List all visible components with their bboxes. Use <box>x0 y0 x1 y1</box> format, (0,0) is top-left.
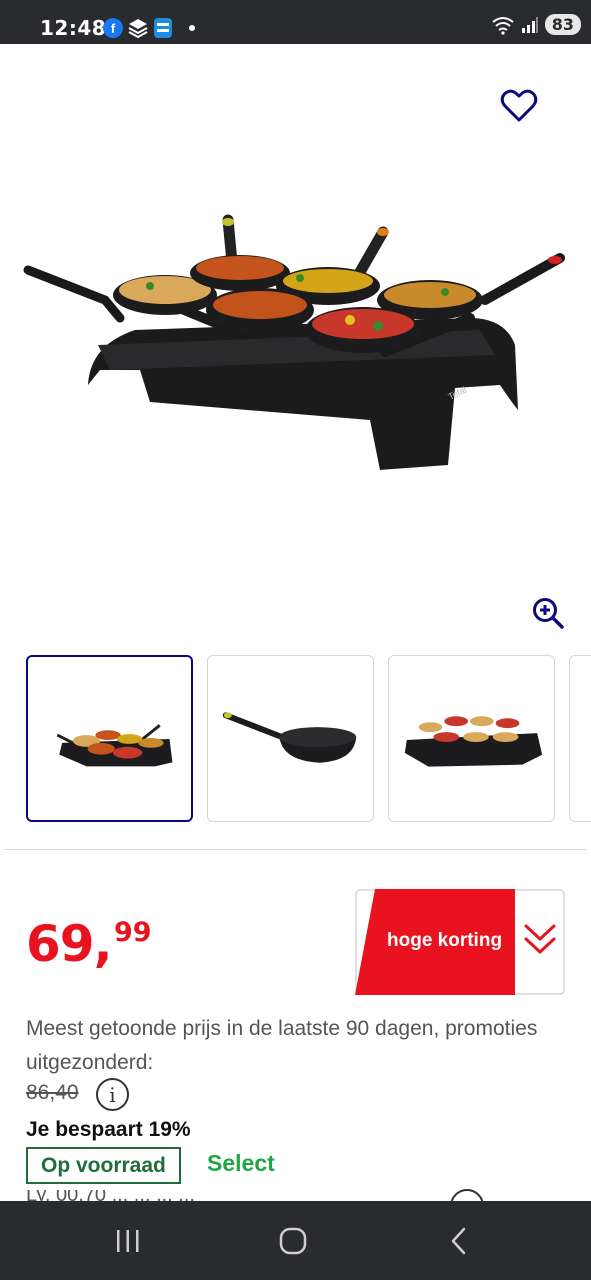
back-icon <box>451 1227 466 1254</box>
thumbnail-image <box>56 724 173 767</box>
more-notifications-dot <box>189 25 195 31</box>
thumbnail-wokset[interactable] <box>26 655 193 822</box>
layers-icon <box>128 19 148 39</box>
home-icon <box>279 1227 307 1254</box>
cut-off-text: Ly. 00.70 ... ... ... ... <box>26 1190 195 1201</box>
battery-indicator: 83 <box>544 14 581 35</box>
info-button[interactable]: i <box>96 1078 129 1111</box>
savings-text: Je bespaart 19% <box>26 1118 191 1141</box>
price: 69, 99 <box>26 915 152 973</box>
status-bar: 12:48 f 83 <box>0 0 591 44</box>
price-cents: 99 <box>114 917 152 948</box>
price-note: Meest getoonde prijs in de laatste 90 da… <box>26 1017 538 1074</box>
thumbnail-image <box>404 716 543 767</box>
thumbnail-carousel[interactable] <box>26 655 591 823</box>
old-price: 86,40 <box>26 1081 79 1104</box>
product-photo: Tefal <box>23 214 565 470</box>
thumbnail-crepeplaat[interactable] <box>388 655 555 822</box>
database-icon <box>154 18 172 38</box>
wifi-icon <box>492 16 514 35</box>
wishlist-heart-icon[interactable] <box>499 86 539 126</box>
back-button[interactable] <box>414 1201 504 1280</box>
divider <box>4 849 587 850</box>
product-image[interactable]: Tefal <box>0 44 591 644</box>
signal-icon <box>521 16 538 33</box>
cut-off-circle-icon <box>450 1189 484 1201</box>
thumbnail-next[interactable] <box>569 655 591 822</box>
price-main: 69, <box>26 915 113 973</box>
home-button[interactable] <box>248 1201 338 1280</box>
notification-icons: f <box>103 17 173 39</box>
select-badge: Select <box>207 1150 275 1176</box>
stock-badge: Op voorraad <box>26 1147 181 1184</box>
status-time: 12:48 <box>40 16 107 40</box>
status-right: 83 <box>491 14 581 35</box>
zoom-in-icon[interactable] <box>531 596 565 630</box>
recents-icon <box>117 1229 139 1252</box>
recent-apps-button[interactable] <box>83 1201 173 1280</box>
stock-label: Op voorraad <box>41 1153 166 1177</box>
badge-label: hoge korting <box>387 930 503 951</box>
android-nav-bar <box>0 1201 591 1280</box>
thumbnail-image <box>222 712 357 763</box>
thumbnail-wokpan[interactable] <box>207 655 374 822</box>
facebook-icon: f <box>103 18 123 38</box>
